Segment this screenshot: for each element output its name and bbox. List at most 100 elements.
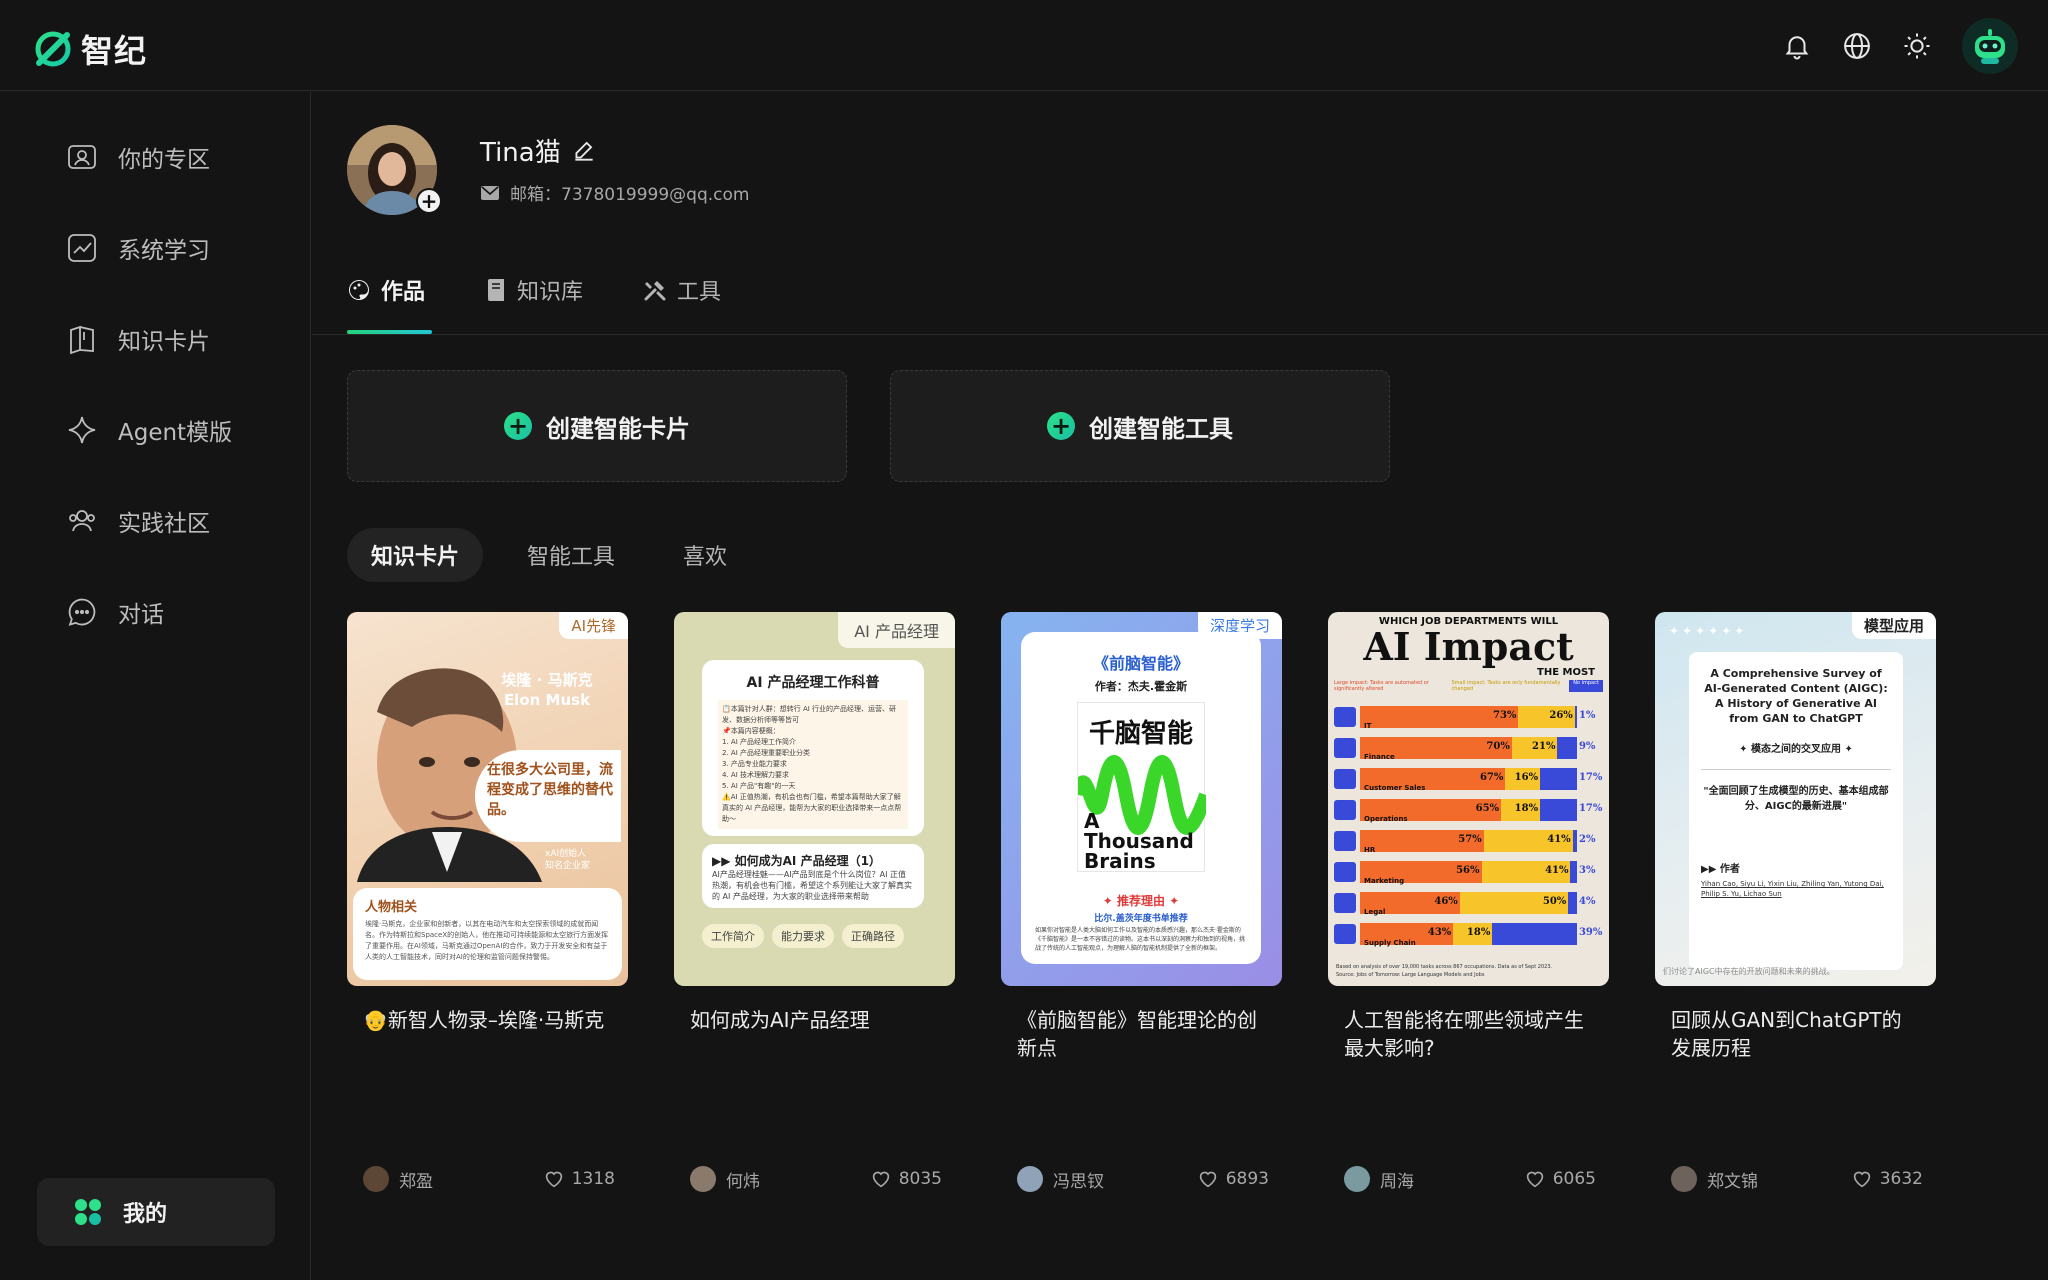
sidebar-item-your-zone[interactable]: 你的专区 [66, 140, 210, 174]
like-count: 6065 [1552, 1169, 1596, 1189]
thumb-intro: 📋本篇针对人群：想转行 AI 行业的产品经理、运营、研发、数据分析师等等皆可 [722, 705, 897, 724]
impact-row: 70% 21% 9% Finance [1334, 733, 1603, 762]
chat-bubble-icon [68, 598, 96, 626]
thumb-quote: "全面回顾了生成模型的历史、基本组成部分、AIGC的最新进展" [1703, 786, 1889, 812]
sidebar-item-knowledge-cards[interactable]: 知识卡片 [66, 322, 210, 356]
create-smart-card-button[interactable]: + 创建智能卡片 [347, 370, 847, 482]
impact-value-none: 39% [1578, 926, 1603, 938]
impact-bar-none: 4% [1568, 891, 1595, 914]
impact-bar-small: 16% [1505, 767, 1541, 790]
like-button[interactable]: 3632 [1852, 1169, 1923, 1189]
thumb-caption: xAI创始人 知名企业家 [545, 849, 591, 871]
sidebar-item-agent-templates[interactable]: Agent模版 [66, 413, 232, 447]
sidebar-item-system-learning[interactable]: 系统学习 [66, 231, 210, 265]
knowledge-card[interactable]: AI先锋 埃隆 · 马斯克 Elon Musk 在很多大公司里，流程变成了思维的… [347, 612, 628, 1192]
create-tool-label: 创建智能工具 [1089, 414, 1233, 443]
impact-value-none: 9% [1578, 740, 1596, 752]
upload-avatar-button[interactable]: + [416, 188, 442, 214]
sidebar-item-community[interactable]: 实践社区 [66, 504, 210, 538]
author-name: 冯思钗 [1053, 1171, 1104, 1192]
tabs-divider [312, 334, 2048, 335]
impact-department-label: Supply Chain [1364, 938, 1416, 947]
card-title[interactable]: 《前脑智能》智能理论的创新点 [1001, 1006, 1282, 1062]
thumb-reason-sub: 比尔.盖茨年度书单推荐 [1094, 914, 1188, 924]
sidebar-item-label: 实践社区 [118, 511, 210, 537]
globe-language-icon[interactable] [1842, 31, 1872, 61]
impact-value-large: 65% [1475, 802, 1500, 814]
thumb-legend-small: Small impact: Tasks are only fundamental… [1451, 680, 1561, 692]
my-button[interactable]: 我的 [37, 1178, 275, 1246]
thumb-tag: ✦ 模态之间的交叉应用 ✦ [1739, 744, 1853, 755]
create-smart-tool-button[interactable]: + 创建智能工具 [890, 370, 1390, 482]
card-author[interactable]: 冯思钗 [1017, 1166, 1104, 1192]
impact-value-large: 43% [1427, 926, 1452, 938]
subtab-likes[interactable]: 喜欢 [659, 528, 751, 582]
subtab-smart-tools[interactable]: 智能工具 [503, 528, 639, 582]
impact-bar-none: 1% [1574, 705, 1595, 728]
tab-label: 工具 [677, 280, 722, 305]
sun-theme-icon[interactable] [1902, 31, 1932, 61]
card-title[interactable]: 👴新智人物录–埃隆·马斯克 [347, 1006, 628, 1062]
card-meta: 周海 6065 [1344, 1166, 1596, 1192]
thumb-reason-body: 如果你对智能是人类大脑如何工作以及智能的本质感兴趣，那么杰夫·霍金斯的《千脑智能… [1035, 927, 1246, 952]
plus-icon: + [1047, 412, 1075, 440]
author-name: 郑文锦 [1707, 1171, 1758, 1192]
card-thumbnail[interactable]: 深度学习 《前脑智能》 作者：杰夫.霍金斯 千脑智能 A Thousand Br… [1001, 612, 1282, 986]
like-button[interactable]: 6065 [1525, 1169, 1596, 1189]
impact-value-none: 3% [1578, 864, 1596, 876]
thumb-list-item: 1. AI 产品经理工作简介 [722, 738, 796, 746]
card-thumbnail[interactable]: AI先锋 埃隆 · 马斯克 Elon Musk 在很多大公司里，流程变成了思维的… [347, 612, 628, 986]
like-count: 1318 [571, 1169, 615, 1189]
impact-bar-none: 2% [1572, 829, 1595, 852]
notification-bell-icon[interactable] [1782, 31, 1812, 61]
impact-value-small: 16% [1514, 771, 1539, 783]
impact-value-large: 73% [1492, 709, 1517, 721]
thumb-book-author: 作者：杰夫.霍金斯 [1094, 680, 1188, 693]
impact-value-large: 70% [1486, 740, 1510, 752]
knowledge-card[interactable]: 模型应用 ✦✦✦✦✦✦ A Comprehensive Survey of AI… [1655, 612, 1936, 1192]
card-author[interactable]: 郑文锦 [1671, 1166, 1758, 1192]
card-title[interactable]: 回顾从GAN到ChatGPT的发展历程 [1655, 1006, 1936, 1062]
thumb-sub-body: AI产品经理桂魅——AI产品到底是个什么岗位？AI 正值热潮，有机会也有门槛，希… [712, 870, 912, 901]
like-button[interactable]: 1318 [544, 1169, 615, 1189]
card-author[interactable]: 何炜 [690, 1166, 760, 1192]
sidebar-item-label: Agent模版 [118, 420, 233, 446]
thumb-quote: 在很多大公司里，流程变成了思维的替代品。 [475, 750, 621, 842]
profile-email-row: 邮箱：7378019999@qq.com [480, 180, 749, 205]
tab-works[interactable]: 作品 [347, 270, 425, 310]
card-title[interactable]: 人工智能将在哪些领域产生最大影响? [1328, 1006, 1609, 1062]
knowledge-card[interactable]: AI 产品经理 AI 产品经理工作科普 📋本篇针对人群：想转行 AI 行业的产品… [674, 612, 955, 1192]
department-icon [1334, 861, 1356, 882]
app-logo[interactable]: 智纪 [33, 26, 147, 72]
author-avatar [690, 1166, 716, 1192]
tab-knowledge-base[interactable]: 知识库 [485, 270, 583, 310]
impact-bar-small: 18% [1453, 922, 1493, 945]
edit-pencil-icon[interactable] [571, 138, 597, 164]
author-avatar [363, 1166, 389, 1192]
card-author[interactable]: 郑盈 [363, 1166, 433, 1192]
heart-icon [1526, 1171, 1543, 1188]
knowledge-card[interactable]: WHICH JOB DEPARTMENTS WILL AI Impact THE… [1328, 612, 1609, 1192]
thumb-name-en: Elon Musk [503, 691, 591, 709]
card-thumbnail[interactable]: 模型应用 ✦✦✦✦✦✦ A Comprehensive Survey of AI… [1655, 612, 1936, 986]
tab-tools[interactable]: 工具 [643, 270, 721, 310]
top-bar: 智纪 [0, 0, 2048, 91]
tab-label: 作品 [381, 280, 426, 305]
knowledge-card[interactable]: 深度学习 《前脑智能》 作者：杰夫.霍金斯 千脑智能 A Thousand Br… [1001, 612, 1282, 1192]
user-avatar[interactable] [1962, 18, 2018, 74]
subtab-knowledge-cards[interactable]: 知识卡片 [347, 528, 484, 582]
sidebar: 你的专区 系统学习 知识卡片 Agent模版 实践社区 对话 我的 [0, 92, 311, 1280]
card-thumbnail[interactable]: AI 产品经理 AI 产品经理工作科普 📋本篇针对人群：想转行 AI 行业的产品… [674, 612, 955, 986]
tab-label: 知识库 [517, 280, 584, 305]
card-thumbnail[interactable]: WHICH JOB DEPARTMENTS WILL AI Impact THE… [1328, 612, 1609, 986]
card-title[interactable]: 如何成为AI产品经理 [674, 1006, 955, 1062]
card-meta: 冯思钗 6893 [1017, 1166, 1269, 1192]
card-meta: 何炜 8035 [690, 1166, 942, 1192]
like-button[interactable]: 8035 [871, 1169, 942, 1189]
like-button[interactable]: 6893 [1198, 1169, 1269, 1189]
card-author[interactable]: 周海 [1344, 1166, 1414, 1192]
author-name: 何炜 [726, 1171, 760, 1192]
sidebar-item-label: 对话 [118, 602, 164, 628]
heart-icon [872, 1171, 889, 1188]
sidebar-item-chat[interactable]: 对话 [66, 595, 164, 629]
